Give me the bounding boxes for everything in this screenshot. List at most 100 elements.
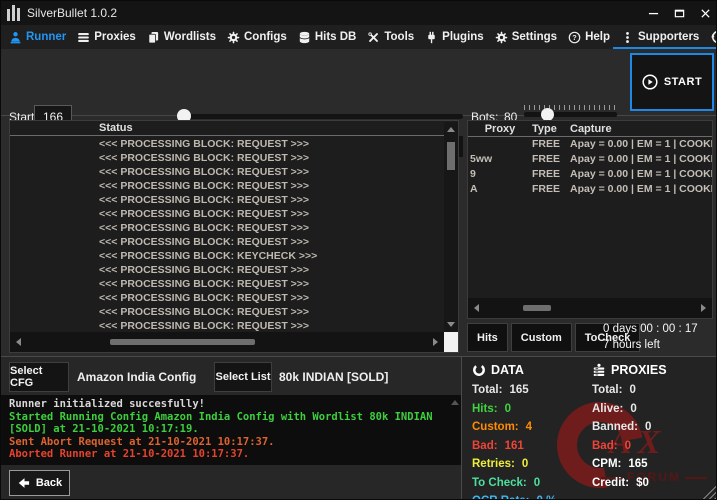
- stat-row: Total:0: [592, 381, 667, 400]
- menu-item[interactable]: Plugins: [425, 31, 484, 44]
- menu-item[interactable]: Runner: [9, 31, 66, 44]
- scroll-left-icon[interactable]: [474, 304, 479, 312]
- menu-item-icon: [9, 31, 22, 44]
- data-stats-header: DATA: [472, 363, 556, 377]
- hit-row[interactable]: FREE Apay = 0.00 | EM = 1 | COOKIES: [468, 137, 712, 152]
- runner-log: Runner initialized succesfully! Started …: [1, 395, 461, 465]
- stat-row: OCR Rate:0 %: [472, 492, 556, 500]
- hit-row[interactable]: 9 FREE Apay = 0.00 | EM = 1 | COOKIES: [468, 167, 712, 182]
- stat-row: Total:165: [472, 381, 556, 400]
- log-scroll-up-icon[interactable]: [451, 400, 459, 405]
- window-control-button[interactable]: [692, 1, 717, 25]
- start-button[interactable]: START: [630, 53, 714, 111]
- menu-item-icon: [147, 31, 160, 44]
- window-control-button[interactable]: [640, 1, 666, 25]
- menu-item[interactable]: Hits DB: [298, 31, 357, 44]
- time-left: 7 hours left: [603, 337, 698, 353]
- menu-item[interactable]: Proxies: [77, 31, 136, 44]
- window-title: SilverBullet 1.0.2: [27, 6, 117, 20]
- status-row[interactable]: <<< PROCESSING BLOCK: REQUEST >>>: [10, 221, 444, 235]
- maximize-icon: [674, 8, 685, 19]
- status-horizontal-scrollbar[interactable]: [10, 332, 444, 352]
- data-ring-icon: [472, 363, 486, 377]
- menu-item[interactable]: Settings: [495, 31, 557, 44]
- hits-horizontal-scrollbar[interactable]: [468, 298, 712, 318]
- scrollbar-thumb[interactable]: [523, 305, 551, 311]
- stat-row: CPM:165: [592, 455, 667, 474]
- silverbullet-logo-icon: [7, 5, 20, 21]
- menu-item-label: Plugins: [442, 31, 484, 43]
- scroll-right-icon[interactable]: [701, 304, 706, 312]
- status-row[interactable]: <<< PROCESSING BLOCK: REQUEST >>>: [10, 235, 444, 249]
- hit-row[interactable]: A FREE Apay = 0.00 | EM = 1 | COOKIES: [468, 182, 712, 197]
- ruler-ticks: [524, 105, 617, 110]
- status-row[interactable]: <<< PROCESSING BLOCK: REQUEST >>>: [10, 193, 444, 207]
- back-button[interactable]: Back: [9, 470, 70, 496]
- status-row[interactable]: <<< PROCESSING BLOCK: REQUEST >>>: [10, 207, 444, 221]
- status-vertical-scrollbar[interactable]: [444, 122, 458, 332]
- scroll-right-icon[interactable]: [433, 338, 438, 346]
- scrollbar-thumb[interactable]: [447, 142, 455, 170]
- status-row[interactable]: <<< PROCESSING BLOCK: KEYCHECK >>>: [10, 249, 444, 263]
- status-row[interactable]: <<< PROCESSING BLOCK: REQUEST >>>: [10, 151, 444, 165]
- stat-row: Credit:$0: [592, 474, 667, 493]
- hits-tab-button[interactable]: Hits: [467, 323, 508, 352]
- status-row[interactable]: <<< PROCESSING BLOCK: REQUEST >>>: [10, 263, 444, 277]
- menu-item[interactable]: ? Help: [568, 31, 610, 44]
- stat-row: Retries:0: [472, 455, 556, 474]
- menu-item-label: Configs: [244, 31, 287, 43]
- menu-item[interactable]: Wordlists: [147, 31, 216, 44]
- hits-table-header: Proxy Type Capture: [468, 121, 712, 137]
- select-cfg-button[interactable]: Select CFG: [9, 362, 69, 392]
- stat-row: Banned:0: [592, 418, 667, 437]
- status-panel: Status <<< PROCESSING BLOCK: REQUEST >>>…: [9, 120, 459, 353]
- select-list-button[interactable]: Select List: [214, 362, 272, 392]
- hit-row[interactable]: 5ww FREE Apay = 0.00 | EM = 1 | COOKIES: [468, 152, 712, 167]
- window-control-button[interactable]: [666, 1, 692, 25]
- menu-item-icon: [298, 31, 311, 44]
- start-button-label: START: [664, 76, 702, 88]
- bottom-section: Select CFG Amazon India Config Select Li…: [1, 356, 717, 500]
- window-controls: [640, 1, 717, 25]
- status-row[interactable]: <<< PROCESSING BLOCK: REQUEST >>>: [10, 165, 444, 179]
- runner-controls: Start: Bots: 80 START Prog: 165 / 78569 …: [1, 49, 717, 116]
- menu-item-icon: [227, 31, 240, 44]
- menu-item-icon: [425, 31, 438, 44]
- status-row[interactable]: <<< PROCESSING BLOCK: REQUEST >>>: [10, 277, 444, 291]
- scroll-down-icon[interactable]: [447, 322, 455, 327]
- menu-item[interactable]: Configs: [227, 31, 287, 44]
- hits-tab-button[interactable]: Custom: [511, 323, 572, 352]
- menu-item[interactable]: Supporters: [621, 31, 699, 44]
- stat-row: Custom:4: [472, 418, 556, 437]
- menu-items: Runner Proxies Wordlists Configs: [9, 31, 710, 44]
- menu-item-label: Wordlists: [164, 31, 216, 43]
- scroll-left-icon[interactable]: [16, 338, 21, 346]
- col-capture: Capture: [570, 121, 712, 137]
- stat-row: Alive:0: [592, 400, 667, 419]
- play-icon: [642, 74, 658, 90]
- scrollbar-thumb[interactable]: [110, 339, 255, 345]
- menu-item[interactable]: Tools: [367, 31, 414, 44]
- selected-config: Amazon India Config: [77, 370, 196, 384]
- back-button-label: Back: [36, 477, 62, 489]
- scrollbar-corner: [444, 332, 458, 352]
- log-line: Started Running Config Amazon India Conf…: [9, 411, 447, 436]
- status-row[interactable]: <<< PROCESSING BLOCK: REQUEST >>>: [10, 291, 444, 305]
- status-row[interactable]: <<< PROCESSING BLOCK: REQUEST >>>: [10, 305, 444, 319]
- data-stats: DATA Total:165 Hits:0 Custom:4: [472, 363, 556, 500]
- stat-row: Bad:161: [472, 437, 556, 456]
- status-row[interactable]: <<< PROCESSING BLOCK: REQUEST >>>: [10, 137, 444, 151]
- selected-wordlist: 80k INDIAN [SOLD]: [279, 370, 388, 384]
- proxies-server-icon: [592, 363, 606, 377]
- start-slider[interactable]: [177, 114, 463, 119]
- col-type: Type: [532, 121, 570, 137]
- status-row[interactable]: <<< PROCESSING BLOCK: REQUEST >>>: [10, 319, 444, 332]
- titlebar: SilverBullet 1.0.2: [1, 1, 717, 25]
- app-window: SilverBullet 1.0.2: [0, 0, 717, 500]
- menubar-icon-button[interactable]: [710, 29, 717, 45]
- scroll-up-icon[interactable]: [447, 127, 455, 132]
- hits-panel: Proxy Type Capture FREE Apay = 0.00 | EM…: [467, 120, 713, 319]
- status-row[interactable]: <<< PROCESSING BLOCK: REQUEST >>>: [10, 179, 444, 193]
- log-line: Sent Abort Request at 21-10-2021 10:17:3…: [9, 436, 447, 449]
- log-line: Runner initialized succesfully!: [9, 398, 447, 411]
